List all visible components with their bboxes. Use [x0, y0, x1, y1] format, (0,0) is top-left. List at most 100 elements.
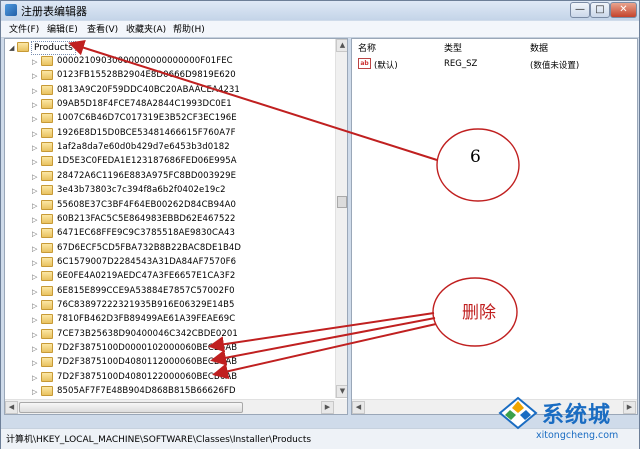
- maximize-button[interactable]: □: [590, 2, 610, 18]
- expand-triangle-icon[interactable]: ▷: [32, 144, 37, 152]
- tree-item-label: 8505AF7F7E48B904D868B815B66626FD: [57, 386, 236, 397]
- scroll-right-arrow-icon[interactable]: ▶: [321, 401, 334, 414]
- tree-item-label: 1007C6B46D7C017319E3B52CF3EC196E: [57, 113, 237, 124]
- minimize-button[interactable]: —: [570, 2, 590, 18]
- tree-item[interactable]: ▷ 60B213FAC5C5E864983EBBD62E467522: [5, 213, 335, 227]
- tree-item[interactable]: ▷ 28472A6C1196E883A975FC8BD003929E: [5, 170, 335, 184]
- menu-view[interactable]: 查看(V): [87, 22, 118, 35]
- value-type: REG_SZ: [444, 59, 478, 69]
- expand-triangle-icon[interactable]: ▷: [32, 130, 37, 138]
- tree-root-label[interactable]: Products: [31, 41, 76, 55]
- tree-item[interactable]: ▷ 7CE73B25638D90400046C342CBDE0201: [5, 328, 335, 342]
- folder-icon: [41, 256, 53, 267]
- tree-item[interactable]: ▷ 1007C6B46D7C017319E3B52CF3EC196E: [5, 112, 335, 126]
- menu-edit[interactable]: 编辑(E): [47, 22, 78, 35]
- tree-item[interactable]: ▷ 1D5E3C0FEDA1E123187686FED06E995A: [5, 155, 335, 169]
- expand-triangle-icon[interactable]: ▷: [32, 158, 37, 166]
- watermark: 系统城 xitongcheng.com: [496, 392, 640, 449]
- tree-item-label: 76C83897222321935B916E06329E14B5: [57, 299, 235, 310]
- expand-triangle-icon[interactable]: ▷: [32, 115, 37, 123]
- expand-triangle-icon[interactable]: ▷: [32, 245, 37, 253]
- expand-triangle-icon[interactable]: ▷: [32, 388, 37, 396]
- title-bar[interactable]: 注册表编辑器 — □ ✕: [1, 1, 639, 20]
- tree-item[interactable]: ▷ 0813A9C20F59DDC40BC20ABAACEA4231: [5, 84, 335, 98]
- value-row[interactable]: ab (默认) REG_SZ (数值未设置): [352, 57, 637, 71]
- scroll-thumb[interactable]: [337, 196, 347, 208]
- tree-item[interactable]: ▷ 76C83897222321935B916E06329E14B5: [5, 299, 335, 313]
- tree-item[interactable]: ▷ 7D2F3875100D4080112000060BECB6AB: [5, 356, 335, 370]
- tree-item-label: 67D6ECF5CD5FBA732B8B22BAC8DE1B4D: [57, 242, 242, 253]
- string-value-icon: ab: [358, 58, 371, 69]
- regedit-app-icon: [5, 4, 17, 16]
- folder-icon: [41, 142, 53, 153]
- tree-item[interactable]: ▷ 7D2F3875100D0000102000060BECB6AB: [5, 342, 335, 356]
- tree-item[interactable]: ▷ 6C1579007D2284543A31DA84AF7570F6: [5, 256, 335, 270]
- expand-triangle-icon[interactable]: ▷: [32, 216, 37, 224]
- values-pane[interactable]: 名称 类型 数据 ab (默认) REG_SZ (数值未设置) ◀ ▶: [351, 38, 638, 415]
- expand-triangle-icon[interactable]: ▷: [32, 202, 37, 210]
- tree-item-label: 0813A9C20F59DDC40BC20ABAACEA4231: [57, 84, 240, 95]
- scroll-up-arrow-icon[interactable]: ▲: [336, 39, 347, 52]
- column-header-type[interactable]: 类型: [444, 41, 462, 54]
- expand-triangle-icon[interactable]: ▷: [32, 273, 37, 281]
- tree-item[interactable]: ▷ 6E0FE4A0219AEDC47A3FE6657E1CA3F2: [5, 270, 335, 284]
- tree-vertical-scrollbar[interactable]: ▲ ▼: [335, 39, 347, 398]
- tree-item-label: 7D2F3875100D0000102000060BECB6AB: [57, 343, 238, 353]
- tree-item[interactable]: ▷ 6E815E899CCE9A53884E7857C57002F0: [5, 285, 335, 299]
- scroll-left-arrow-icon[interactable]: ◀: [5, 401, 18, 414]
- expand-triangle-icon[interactable]: ▷: [32, 359, 37, 367]
- expand-triangle-icon[interactable]: ▷: [32, 259, 37, 267]
- tree-item[interactable]: ▷ 67D6ECF5CD5FBA732B8B22BAC8DE1B4D: [5, 242, 335, 256]
- folder-icon: [41, 70, 53, 81]
- tree-horizontal-scrollbar[interactable]: ◀ ▶: [5, 399, 335, 414]
- tree-item[interactable]: ▷ 0123FB15528B2904E8D0666D9819E620: [5, 69, 335, 83]
- tree-item[interactable]: ▷ 6471EC68FFE9C9C3785518AE9830CA43: [5, 227, 335, 241]
- expand-triangle-icon[interactable]: ▷: [32, 345, 37, 353]
- tree-item[interactable]: ▷ 7D2F3875100D4080122000060BECB6AB: [5, 371, 335, 385]
- watermark-logo-icon: [498, 396, 538, 430]
- tree-item-label: 09AB5D18F4FCE748A2844C1993DC0E1: [57, 99, 232, 110]
- window-title: 注册表编辑器: [21, 5, 87, 18]
- tree-item[interactable]: ▷ 1926E8D15D0BCE53481466615F760A7F: [5, 127, 335, 141]
- folder-icon: [41, 242, 53, 253]
- folder-icon: [41, 56, 53, 66]
- column-header-name[interactable]: 名称: [358, 41, 376, 54]
- menu-file[interactable]: 文件(F): [9, 22, 39, 35]
- scroll-left-arrow-icon[interactable]: ◀: [352, 401, 365, 414]
- folder-icon: [41, 371, 53, 382]
- expand-triangle-icon[interactable]: ▷: [32, 331, 37, 339]
- tree-item-label: 60B213FAC5C5E864983EBBD62E467522: [57, 213, 236, 224]
- collapse-triangle-icon[interactable]: ◢: [9, 44, 14, 52]
- tree-item-label: 55608E37C3BF4F64EB00262D84CB94A0: [57, 199, 237, 210]
- folder-icon: [41, 328, 53, 339]
- expand-triangle-icon[interactable]: ▷: [32, 316, 37, 324]
- menu-help[interactable]: 帮助(H): [173, 22, 205, 35]
- folder-icon: [41, 156, 53, 167]
- tree-item[interactable]: ▷ 09AB5D18F4FCE748A2844C1993DC0E1: [5, 98, 335, 112]
- expand-triangle-icon[interactable]: ▷: [32, 101, 37, 109]
- tree-item[interactable]: ▷ 55608E37C3BF4F64EB00262D84CB94A0: [5, 199, 335, 213]
- tree-item[interactable]: ▷ 3e43b73803c7c394f8a6b2f0402e19c2: [5, 184, 335, 198]
- folder-icon: [41, 185, 53, 196]
- expand-triangle-icon[interactable]: ▷: [32, 87, 37, 95]
- tree-item[interactable]: ▷ 7810FB462D3FB89499AE61A39FEAE69C: [5, 313, 335, 327]
- expand-triangle-icon[interactable]: ▷: [32, 58, 37, 66]
- key-tree-pane[interactable]: ◢ Products ▷ 00002109030000000000000000F0…: [4, 38, 348, 415]
- menu-favorites[interactable]: 收藏夹(A): [126, 22, 166, 35]
- horizontal-scroll-thumb[interactable]: [19, 402, 243, 413]
- tree-item[interactable]: ▷ 8505AF7F7E48B904D868B815B66626FD: [5, 385, 335, 399]
- folder-icon: [41, 386, 53, 397]
- folder-icon: [41, 314, 53, 325]
- expand-triangle-icon[interactable]: ▷: [32, 72, 37, 80]
- column-header-data[interactable]: 数据: [530, 41, 548, 54]
- expand-triangle-icon[interactable]: ▷: [32, 173, 37, 181]
- tree-item[interactable]: ▷ 1af2a8da7e60d0b429d7e6453b3d0182: [5, 141, 335, 155]
- scroll-down-arrow-icon[interactable]: ▼: [336, 385, 347, 398]
- expand-triangle-icon[interactable]: ▷: [32, 288, 37, 296]
- expand-triangle-icon[interactable]: ▷: [32, 302, 37, 310]
- expand-triangle-icon[interactable]: ▷: [32, 374, 37, 382]
- expand-triangle-icon[interactable]: ▷: [32, 187, 37, 195]
- expand-triangle-icon[interactable]: ▷: [32, 230, 37, 238]
- tree-item[interactable]: ▷ 00002109030000000000000000F01FEC: [5, 55, 335, 69]
- close-button[interactable]: ✕: [610, 2, 637, 18]
